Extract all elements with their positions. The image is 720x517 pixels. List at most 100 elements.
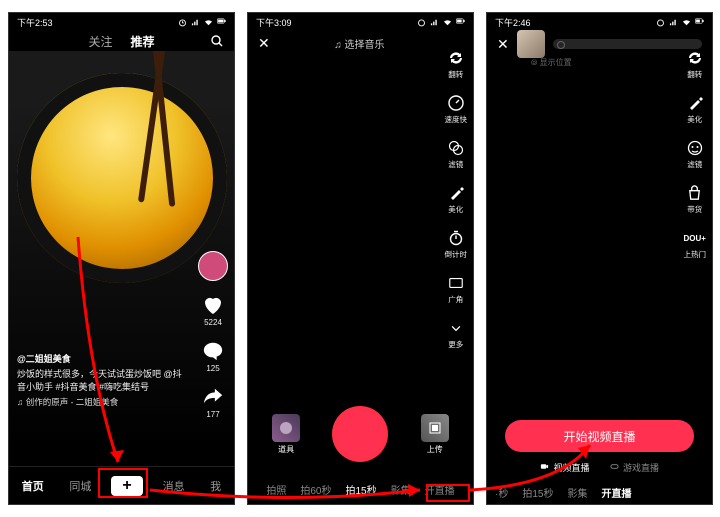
tool-beauty[interactable]: 美化 [686, 94, 704, 125]
start-live-button[interactable]: 开始视频直播 [505, 420, 694, 452]
action-rail: 5224 125 177 [198, 251, 228, 419]
battery-icon [695, 18, 704, 27]
tool-flip[interactable]: 翻转 [447, 49, 465, 80]
like-icon[interactable] [201, 293, 225, 317]
mode-live[interactable]: 开直播 [425, 482, 455, 497]
status-time: 下午2:53 [17, 16, 53, 29]
tool-filter[interactable]: 滤镜 [686, 139, 704, 170]
nav-messages[interactable]: 消息 [157, 474, 191, 498]
author-avatar[interactable] [198, 251, 228, 281]
tool-wide[interactable]: 广角 [447, 274, 465, 305]
tool-goods[interactable]: 带货 [686, 184, 704, 215]
tool-douplus[interactable]: DOU+ 上热门 [684, 229, 707, 260]
status-time: 下午3:09 [256, 16, 292, 29]
effects-button[interactable] [272, 414, 300, 442]
profile-avatar[interactable] [517, 30, 545, 58]
effects-label: 道具 [272, 444, 300, 455]
nav-city[interactable]: 同城 [63, 474, 97, 498]
signal-icon [430, 18, 439, 27]
status-time: 下午2:46 [495, 16, 531, 29]
tool-timer[interactable]: 倒计时 [445, 229, 468, 260]
signal-icon [669, 18, 678, 27]
filter-icon [447, 139, 465, 157]
mode-15s[interactable]: 拍15秒 [522, 485, 553, 500]
live-title-input[interactable] [553, 39, 702, 49]
record-modes: 拍照 拍60秒 拍15秒 影集 开直播 [248, 474, 473, 504]
nav-home[interactable]: 首页 [16, 474, 50, 498]
mode-album[interactable]: 影集 [391, 482, 411, 497]
flip-icon [686, 49, 704, 67]
record-header: ✕ ♫ 选择音乐 [248, 31, 473, 55]
beauty-icon [686, 94, 704, 112]
tool-more[interactable]: 更多 [447, 319, 465, 350]
alarm-icon [417, 18, 426, 27]
bag-icon [686, 184, 704, 202]
screen-feed: 下午2:53 关注 推荐 [8, 12, 235, 505]
timer-icon [447, 229, 465, 247]
like-count: 5224 [201, 318, 225, 327]
record-modes: ·秒 拍15秒 影集 开直播 [487, 480, 712, 504]
close-icon[interactable]: ✕ [258, 35, 270, 52]
music-marquee[interactable]: ♫ 创作的原声 - 二姐姐美食 [17, 397, 187, 409]
douplus-icon: DOU+ [686, 229, 704, 247]
mode-trunc[interactable]: ·秒 [495, 485, 508, 500]
wifi-icon [682, 18, 691, 27]
live-type-tabs: 视频直播 游戏直播 [487, 461, 712, 474]
live-header: ✕ [487, 31, 712, 57]
share-icon[interactable] [201, 385, 225, 409]
upload-label: 上传 [421, 444, 449, 455]
comment-count: 125 [201, 364, 225, 373]
tool-speed[interactable]: 速度快 [445, 94, 468, 125]
face-icon [686, 139, 704, 157]
status-bar: 下午2:53 [9, 13, 234, 31]
record-button[interactable] [332, 406, 388, 462]
camera-tools: 翻转 速度快 滤镜 美化 倒计时 广角 [445, 49, 468, 350]
signal-icon [191, 18, 200, 27]
tab-recommend[interactable]: 推荐 [131, 33, 155, 50]
close-icon[interactable]: ✕ [497, 36, 509, 53]
video-icon [540, 462, 549, 471]
tool-beauty[interactable]: 美化 [447, 184, 465, 215]
live-tools: 翻转 美化 滤镜 带货 DOU+ 上热门 [684, 49, 707, 260]
mode-60s[interactable]: 拍60秒 [300, 482, 331, 497]
flip-icon [447, 49, 465, 67]
battery-icon [456, 18, 465, 27]
speed-icon [447, 94, 465, 112]
choose-music[interactable]: ♫ 选择音乐 [334, 36, 384, 51]
comment-icon[interactable] [201, 339, 225, 363]
mode-15s[interactable]: 拍15秒 [346, 482, 377, 497]
wifi-icon [204, 18, 213, 27]
video-frame-image [17, 73, 227, 283]
battery-icon [217, 18, 226, 27]
live-tab-game[interactable]: 游戏直播 [610, 461, 660, 474]
mode-photo[interactable]: 拍照 [266, 482, 286, 497]
video-caption: @二姐姐美食 炒饭的样式很多，今天试试蛋炒饭吧 @抖音小助手 #抖音美食 #嗨吃… [17, 353, 187, 409]
upload-button[interactable] [421, 414, 449, 442]
tool-flip[interactable]: 翻转 [686, 49, 704, 80]
mode-album[interactable]: 影集 [567, 485, 587, 500]
alarm-icon [656, 18, 665, 27]
status-bar: 下午2:46 [487, 13, 712, 31]
bottom-nav: 首页 同城 + 消息 我 [9, 466, 234, 504]
alarm-icon [178, 18, 187, 27]
status-bar: 下午3:09 [248, 13, 473, 31]
feed-tabs: 关注 推荐 [9, 31, 234, 51]
nav-me[interactable]: 我 [204, 474, 227, 498]
caption-text: 炒饭的样式很多，今天试试蛋炒饭吧 @抖音小助手 #抖音美食 #嗨吃集结号 [17, 368, 187, 393]
screen-live-setup: 下午2:46 ✕ ⦾ 显示位置 翻转 美化 [486, 12, 713, 505]
share-count: 177 [201, 410, 225, 419]
beauty-icon [447, 184, 465, 202]
video-content[interactable]: 5224 125 177 @二姐姐美食 炒饭的样式很多，今天试试蛋炒 [9, 51, 234, 451]
live-tab-video[interactable]: 视频直播 [540, 461, 590, 474]
record-row: 道具 上传 [248, 406, 473, 462]
mode-live[interactable]: 开直播 [601, 485, 631, 500]
game-icon [610, 462, 619, 471]
chevron-down-icon [447, 319, 465, 337]
nav-create-button[interactable]: + [111, 476, 143, 496]
author-name[interactable]: @二姐姐美食 [17, 353, 187, 366]
search-icon[interactable] [210, 34, 224, 48]
tool-filter[interactable]: 滤镜 [447, 139, 465, 170]
wide-icon [447, 274, 465, 292]
tab-follow[interactable]: 关注 [88, 33, 112, 50]
screen-record: 下午3:09 ✕ ♫ 选择音乐 翻转 速度快 [247, 12, 474, 505]
